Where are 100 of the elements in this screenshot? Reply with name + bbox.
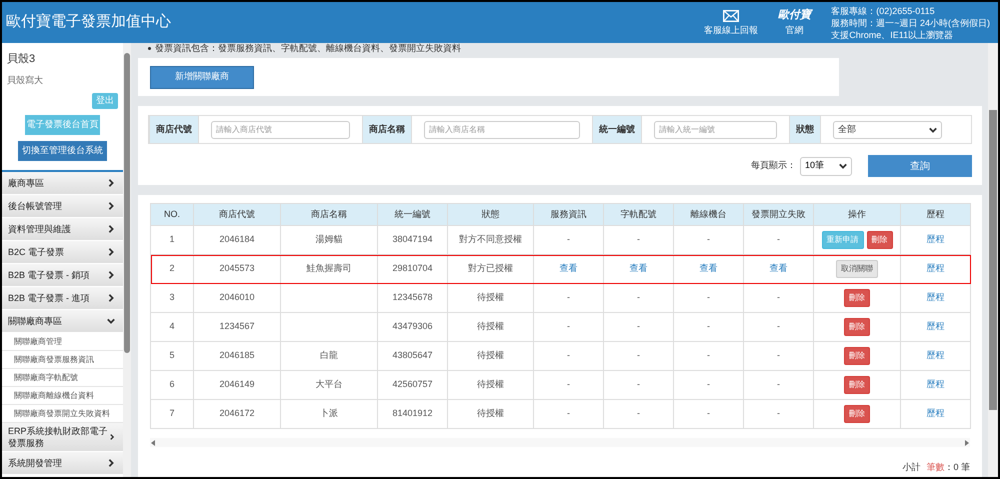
- service-info: 支援Chrome、IE11以上瀏覽器: [831, 28, 954, 40]
- cell-text: -: [777, 234, 780, 244]
- cell-text: 大平台: [316, 379, 342, 390]
- chevron-down-icon: [839, 162, 847, 170]
- cell-text: -: [567, 379, 570, 390]
- view-link[interactable]: 查看: [560, 263, 578, 274]
- search-input[interactable]: 請輸入商店代號: [211, 120, 350, 138]
- add-vendor-button[interactable]: 新增關聯廠商: [150, 66, 254, 88]
- brand-logo: 歐付寶: [778, 9, 812, 22]
- cell-text: -: [777, 350, 780, 360]
- cell-text: 4: [169, 321, 174, 332]
- chevron-right-icon: [109, 433, 115, 441]
- status-select[interactable]: 全部: [833, 120, 942, 138]
- cell-text: 43479306: [392, 321, 433, 332]
- chevron-right-icon: [107, 271, 115, 279]
- cell-text: -: [707, 379, 710, 390]
- search-button[interactable]: 查詢: [868, 155, 972, 177]
- cell-text: -: [567, 408, 570, 418]
- menu-item[interactable]: ERP系統接軌財政部電子發票服務: [2, 423, 123, 452]
- history-link[interactable]: 歷程: [926, 263, 944, 274]
- chevron-down-icon: [929, 126, 937, 134]
- field-label: 統一編號: [592, 116, 642, 143]
- menu-item[interactable]: B2B 電子發票 - 進項: [2, 287, 123, 310]
- cell-text: 1: [169, 234, 174, 244]
- delete-button[interactable]: 刪除: [844, 376, 870, 394]
- subtotal-label: 小計: [902, 461, 920, 474]
- table-row[interactable]: 2 2045573 鮭魚握壽司 29810704 對方已授權 查看 查看 查看 查看 取消關聯 歷程: [150, 254, 970, 284]
- menu-item[interactable]: B2B 電子發票 - 銷項: [2, 264, 123, 287]
- table-row[interactable]: 3 2046010 12345678 待授權 - - - - 刪除 歷程: [150, 284, 970, 312]
- cell-text: 6: [169, 379, 174, 390]
- cell-text: 對方不同意授權: [459, 234, 522, 244]
- sidebar-scrollbar[interactable]: [123, 43, 131, 477]
- view-link[interactable]: 查看: [770, 263, 788, 274]
- cell-text: 待授權: [477, 292, 504, 302]
- history-link[interactable]: 歷程: [926, 234, 944, 244]
- menu-item[interactable]: B2C 電子發票: [2, 241, 123, 264]
- table-row[interactable]: 7 2046172 卜派 81401912 待授權 - - - - 刪除 歷程: [150, 400, 970, 428]
- delete-button[interactable]: 刪除: [866, 231, 892, 249]
- chevron-right-icon: [107, 179, 115, 187]
- table-row[interactable]: 1 2046184 湯姆貓 38047194 對方不同意授權 - - - - 重新申請 刪除 歷程: [150, 226, 970, 254]
- delete-button[interactable]: 刪除: [844, 289, 870, 307]
- website-link[interactable]: 歐付寶 官網: [778, 9, 812, 36]
- scroll-left-icon[interactable]: [151, 440, 156, 446]
- bullet-icon: [148, 47, 151, 50]
- delete-button[interactable]: 刪除: [844, 347, 870, 365]
- history-link[interactable]: 歷程: [926, 321, 944, 332]
- table-row[interactable]: 5 2046185 白龍 43805647 待授權 - - - - 刪除 歷程: [150, 342, 970, 370]
- search-input[interactable]: 請輸入統一編號: [654, 120, 777, 138]
- chevron-right-icon: [107, 459, 115, 467]
- history-link[interactable]: 歷程: [926, 408, 944, 418]
- table-row[interactable]: 4 1234567 43479306 待授權 - - - - 刪除 歷程: [150, 312, 970, 342]
- menu-item[interactable]: 後台帳號管理: [2, 195, 123, 218]
- mail-icon: [723, 10, 740, 22]
- cell-text: 2046172: [219, 408, 255, 418]
- cell-text: -: [707, 321, 710, 332]
- table-row[interactable]: 6 2046149 大平台 42560757 待授權 - - - - 刪除 歷程: [150, 370, 970, 400]
- history-link[interactable]: 歷程: [926, 350, 944, 360]
- user-name: 貝殼3: [6, 52, 36, 67]
- column-header: 狀態: [448, 204, 534, 226]
- cell-text: 2046184: [219, 234, 255, 244]
- column-header: 操作: [814, 204, 900, 226]
- cell-text: 待授權: [477, 321, 504, 332]
- delete-button[interactable]: 刪除: [844, 318, 870, 336]
- view-link[interactable]: 查看: [630, 263, 648, 274]
- menu-item[interactable]: 系統開發管理: [2, 452, 123, 475]
- field-label: 狀態: [789, 116, 821, 143]
- column-header: 發票開立失敗: [744, 204, 814, 226]
- menu-item[interactable]: 資料管理與維護: [2, 218, 123, 241]
- cell-text: 鮭魚握壽司: [306, 263, 352, 274]
- field-label: 商店名稱: [362, 116, 412, 143]
- horizontal-scrollbar[interactable]: [150, 438, 970, 447]
- search-input[interactable]: 請輸入商店名稱: [424, 120, 580, 138]
- cell-text: 5: [169, 350, 174, 360]
- cell-text: -: [777, 292, 780, 302]
- cell-text: -: [777, 408, 780, 418]
- scroll-right-icon[interactable]: [964, 440, 969, 446]
- menu-item[interactable]: 關聯廠商專區: [2, 310, 123, 333]
- history-link[interactable]: 歷程: [926, 379, 944, 390]
- column-header: 商店代號: [194, 204, 280, 226]
- page-scrollbar[interactable]: [988, 43, 998, 477]
- field-label: 商店代號: [149, 116, 199, 143]
- cell-text: 2046185: [219, 350, 255, 360]
- cell-text: 待授權: [477, 379, 504, 390]
- view-link[interactable]: 查看: [700, 263, 718, 274]
- cell-text: -: [567, 292, 570, 302]
- column-header: NO.: [150, 204, 194, 226]
- column-header: 離線機台: [674, 204, 744, 226]
- cell-text: 待授權: [477, 350, 504, 360]
- page-size-select[interactable]: 10筆: [800, 156, 852, 176]
- cell-text: -: [707, 408, 710, 418]
- column-header: 服務資訊: [534, 204, 604, 226]
- switch-system-button[interactable]: 切換至管理後台系統: [18, 141, 107, 161]
- menu-item[interactable]: 廠商專區: [2, 172, 123, 195]
- cell-text: 卜派: [320, 408, 338, 418]
- cell-text: 42560757: [392, 379, 433, 390]
- cell-text: 2: [169, 263, 174, 274]
- unlink-button[interactable]: 取消關聯: [836, 260, 878, 278]
- feedback-link[interactable]: 客服線上回報: [704, 10, 758, 36]
- delete-button[interactable]: 刪除: [844, 405, 870, 423]
- history-link[interactable]: 歷程: [926, 292, 944, 302]
